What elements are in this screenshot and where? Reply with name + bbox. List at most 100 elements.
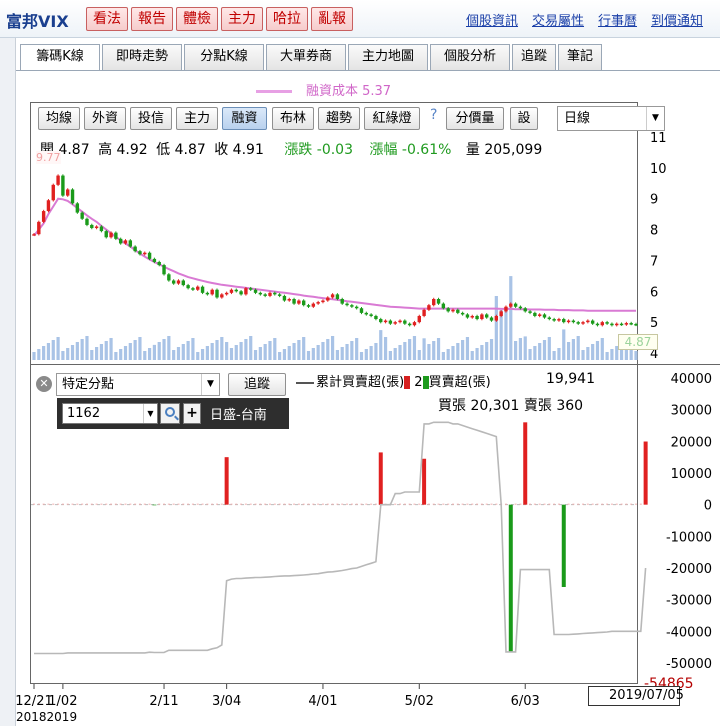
volume-bar xyxy=(37,349,41,360)
net-bar xyxy=(321,503,324,505)
help-icon[interactable]: ? xyxy=(430,107,437,123)
broker-code-value: 1162 xyxy=(67,406,101,421)
flow-tick-label: -10000 xyxy=(666,530,712,545)
candle-body xyxy=(624,323,629,325)
toolbar-settings-button[interactable]: 設 xyxy=(510,107,538,130)
flow-tick-label: -50000 xyxy=(666,657,712,672)
net-bar xyxy=(451,503,454,505)
toolbar-trend-button[interactable]: 趨勢 xyxy=(318,107,360,130)
net-bar xyxy=(191,503,194,505)
candle-body xyxy=(46,200,51,212)
volume-bar xyxy=(557,348,561,360)
toolbar-foreign-button[interactable]: 外資 xyxy=(84,107,126,130)
net-bar xyxy=(211,503,214,505)
candle-body xyxy=(224,292,229,295)
volume-bar xyxy=(364,349,368,360)
candle-body xyxy=(359,308,364,313)
net-bar xyxy=(538,503,541,505)
volume-bar xyxy=(581,350,585,360)
change-pct-value: 漲幅 -0.61% xyxy=(369,142,452,158)
candle-body xyxy=(610,323,614,326)
volume-bar xyxy=(427,344,431,360)
toolbar-ma-button[interactable]: 均線 xyxy=(38,107,80,130)
volume-bar xyxy=(123,346,128,360)
net-bar xyxy=(254,503,257,505)
net-bar xyxy=(61,503,64,505)
buy-sell-readout: 買張 20,301 賣張 360 xyxy=(438,395,583,415)
net-bar xyxy=(119,503,122,505)
volume-bar xyxy=(436,338,441,360)
net-bar xyxy=(442,503,445,505)
net-bar xyxy=(273,503,276,505)
toolbar-bollinger-button[interactable]: 布林 xyxy=(272,107,314,130)
toolbar-price-volume-button[interactable]: 分價量 xyxy=(446,107,504,130)
net-bar xyxy=(336,503,339,505)
candle-body xyxy=(489,317,494,321)
volume-bar xyxy=(494,296,498,360)
cumulative-line xyxy=(34,421,647,655)
volume-bar xyxy=(61,351,65,360)
toolbar-traffic-light-button[interactable]: 紅綠燈 xyxy=(364,107,420,130)
x-tick-label: 3/04 xyxy=(212,694,241,709)
candle-body xyxy=(51,184,55,201)
broker-type-select[interactable]: 特定分點 ▼ xyxy=(56,373,220,396)
volume-bar xyxy=(85,336,89,360)
chevron-down-icon[interactable]: ▼ xyxy=(646,107,664,130)
candle-body xyxy=(301,300,306,306)
candle-body xyxy=(70,189,75,204)
volume-bar xyxy=(244,339,248,360)
candle-body xyxy=(220,294,224,298)
net-bar xyxy=(95,503,98,505)
net-bar xyxy=(543,503,546,505)
period-select[interactable]: 日線 ▼ xyxy=(557,106,665,131)
toolbar-main-force-button[interactable]: 主力 xyxy=(176,107,218,130)
toolbar-trust-button[interactable]: 投信 xyxy=(130,107,172,130)
candle-body xyxy=(393,322,397,324)
net-bar xyxy=(187,503,190,505)
net-bar xyxy=(495,503,498,505)
net-bar xyxy=(514,503,517,505)
cumulative-legend-label: 累計買賣超(張) xyxy=(316,375,405,390)
net-bar xyxy=(312,503,315,505)
candle-body xyxy=(90,224,94,229)
broker-code-input[interactable]: 1162 ▼ xyxy=(62,403,158,424)
search-icon[interactable] xyxy=(160,403,180,424)
net-bar xyxy=(394,503,397,505)
candle-body xyxy=(61,175,65,196)
chevron-down-icon[interactable]: ▼ xyxy=(201,374,219,395)
volume-value: 量 205,099 xyxy=(465,142,543,158)
net-bar xyxy=(283,503,286,505)
volume-bar xyxy=(408,339,412,360)
volume-bar xyxy=(610,349,614,360)
volume-bar xyxy=(432,341,436,360)
net-bar xyxy=(418,503,421,505)
volume-bar xyxy=(46,343,51,360)
toolbar-margin-button[interactable]: 融資 xyxy=(222,107,267,130)
candle-body xyxy=(147,252,152,259)
pane-separator[interactable] xyxy=(30,364,720,365)
net-bar xyxy=(110,503,113,505)
candle-body xyxy=(37,221,41,235)
net-bar xyxy=(71,503,74,505)
net-bar xyxy=(408,503,411,505)
x-tick-label: 1/02 xyxy=(48,694,77,709)
net-bar xyxy=(114,503,117,505)
net-bar xyxy=(37,503,40,505)
volume-bar xyxy=(172,350,176,360)
volume-bar xyxy=(70,345,75,360)
net-bar xyxy=(601,503,604,505)
volume-bar xyxy=(306,351,311,360)
track-button[interactable]: 追蹤 xyxy=(228,373,286,396)
volume-bar xyxy=(109,338,113,360)
volume-bar xyxy=(330,336,335,360)
high-price-marker: 9.77 xyxy=(36,151,61,164)
volume-bar xyxy=(42,346,46,360)
add-icon[interactable]: + xyxy=(183,403,201,424)
net-bar xyxy=(143,503,146,505)
price-tick-label: 5 xyxy=(650,316,658,331)
chevron-down-icon[interactable]: ▼ xyxy=(143,404,157,423)
close-icon[interactable]: ✕ xyxy=(36,376,52,392)
candle-body xyxy=(465,314,470,318)
candle-body xyxy=(523,308,527,312)
net-bar xyxy=(230,503,233,505)
